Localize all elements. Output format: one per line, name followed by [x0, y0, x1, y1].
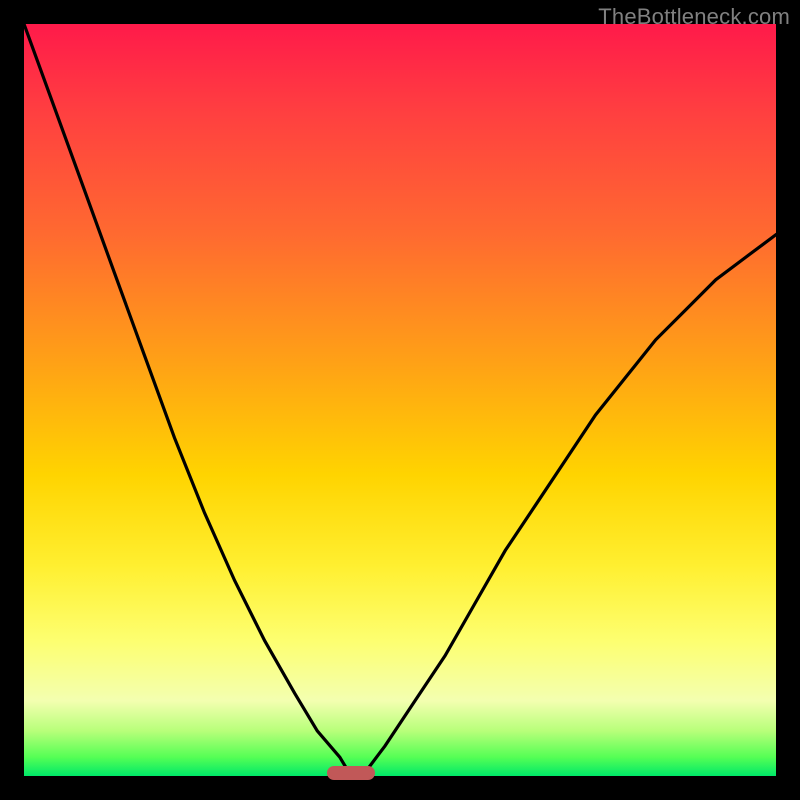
- plot-area: [24, 24, 776, 776]
- outer-frame: TheBottleneck.com: [0, 0, 800, 800]
- right-curve-path: [362, 235, 776, 776]
- bottleneck-marker: [327, 766, 375, 780]
- watermark-text: TheBottleneck.com: [598, 4, 790, 30]
- curves-svg: [24, 24, 776, 776]
- left-curve-path: [24, 24, 351, 776]
